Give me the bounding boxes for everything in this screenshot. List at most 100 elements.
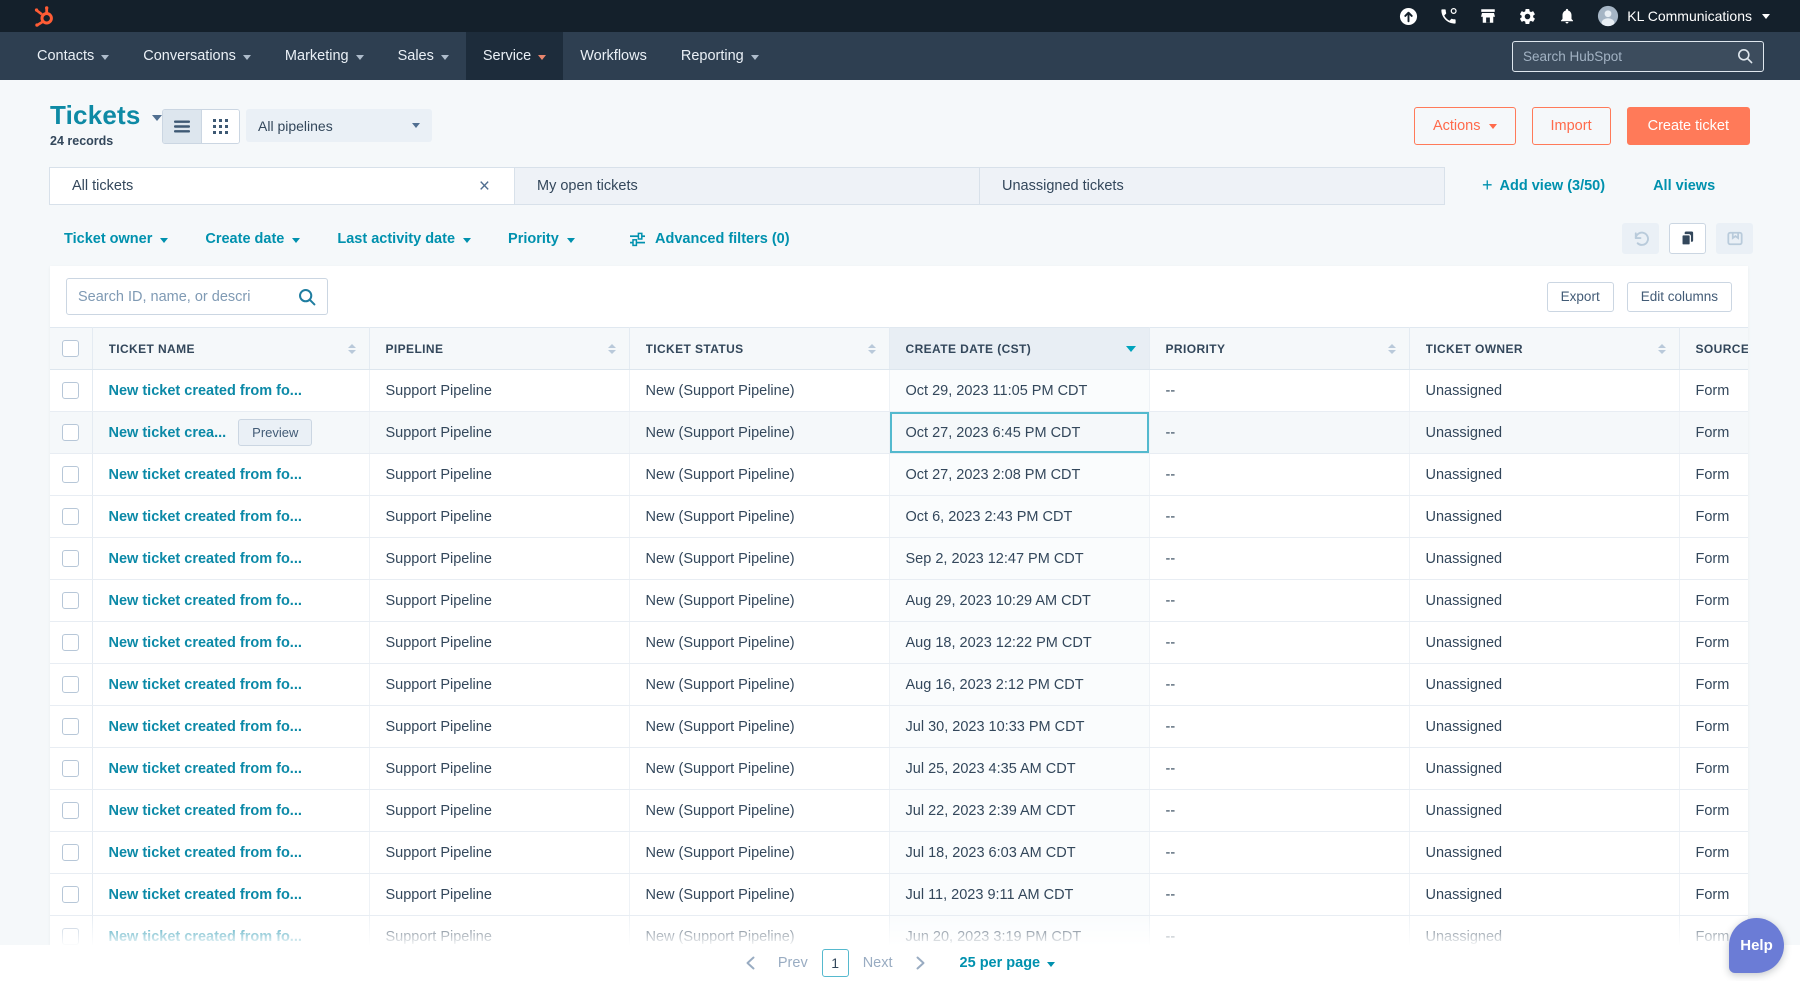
- table-row[interactable]: New ticket created from fo... Support Pi…: [50, 790, 1748, 832]
- ticket-name-link[interactable]: New ticket crea...: [109, 425, 227, 441]
- add-view-link[interactable]: + Add view (3/50): [1482, 177, 1605, 196]
- nav-item[interactable]: Marketing: [268, 32, 381, 80]
- table-row[interactable]: New ticket created from fo... Support Pi…: [50, 832, 1748, 874]
- filter-dropdown[interactable]: Priority: [508, 231, 575, 247]
- import-button[interactable]: Import: [1532, 107, 1611, 145]
- copy-view-button[interactable]: [1669, 223, 1706, 254]
- column-header[interactable]: TICKET STATUS: [629, 328, 889, 370]
- row-checkbox[interactable]: [62, 382, 79, 399]
- column-header[interactable]: PRIORITY: [1149, 328, 1409, 370]
- create-date-cell[interactable]: Oct 6, 2023 2:43 PM CDT: [889, 496, 1149, 538]
- row-checkbox[interactable]: [62, 466, 79, 483]
- table-row[interactable]: New ticket created from fo... Support Pi…: [50, 370, 1748, 412]
- row-checkbox[interactable]: [62, 592, 79, 609]
- ticket-name-link[interactable]: New ticket created from fo...: [109, 761, 302, 777]
- table-row[interactable]: New ticket created from fo... Support Pi…: [50, 454, 1748, 496]
- per-page-select[interactable]: 25 per page: [960, 955, 1056, 971]
- pipeline-filter-select[interactable]: All pipelines: [246, 109, 432, 142]
- hubspot-logo[interactable]: [34, 6, 55, 27]
- sort-icon[interactable]: [1388, 344, 1396, 354]
- table-row[interactable]: New ticket created from fo... Support Pi…: [50, 664, 1748, 706]
- ticket-name-link[interactable]: New ticket created from fo...: [109, 509, 302, 525]
- marketplace-icon[interactable]: [1479, 7, 1497, 25]
- row-checkbox[interactable]: [62, 634, 79, 651]
- row-checkbox[interactable]: [62, 760, 79, 777]
- current-page[interactable]: 1: [822, 949, 849, 977]
- nav-item[interactable]: Sales: [381, 32, 466, 80]
- ticket-name-link[interactable]: New ticket created from fo...: [109, 887, 302, 903]
- table-row[interactable]: New ticket crea... Preview Support Pipel…: [50, 412, 1748, 454]
- row-checkbox[interactable]: [62, 802, 79, 819]
- edit-columns-button[interactable]: Edit columns: [1627, 282, 1732, 312]
- row-checkbox[interactable]: [62, 508, 79, 525]
- table-row[interactable]: New ticket created from fo... Support Pi…: [50, 538, 1748, 580]
- column-header[interactable]: TICKET NAME: [92, 328, 369, 370]
- row-checkbox[interactable]: [62, 424, 79, 441]
- account-menu[interactable]: KL Communications: [1597, 5, 1770, 27]
- prev-page-label[interactable]: Prev: [778, 955, 808, 971]
- table-row[interactable]: New ticket created from fo... Support Pi…: [50, 874, 1748, 916]
- board-view-button[interactable]: [201, 110, 239, 143]
- next-page-label[interactable]: Next: [863, 955, 893, 971]
- object-type-selector[interactable]: Tickets: [50, 100, 162, 131]
- table-search[interactable]: [66, 278, 328, 315]
- close-icon[interactable]: ×: [477, 177, 492, 196]
- table-row[interactable]: New ticket created from fo... Support Pi…: [50, 706, 1748, 748]
- table-row[interactable]: New ticket created from fo... Support Pi…: [50, 916, 1748, 946]
- save-view-button[interactable]: [1716, 223, 1753, 254]
- settings-icon[interactable]: [1518, 7, 1537, 26]
- ticket-name-link[interactable]: New ticket created from fo...: [109, 929, 302, 945]
- row-checkbox[interactable]: [62, 928, 79, 945]
- row-checkbox[interactable]: [62, 676, 79, 693]
- create-date-cell[interactable]: Sep 2, 2023 12:47 PM CDT: [889, 538, 1149, 580]
- ticket-name-link[interactable]: New ticket created from fo...: [109, 467, 302, 483]
- advanced-filters-button[interactable]: Advanced filters (0): [629, 224, 790, 254]
- ticket-name-link[interactable]: New ticket created from fo...: [109, 551, 302, 567]
- sort-icon[interactable]: [1658, 344, 1666, 354]
- nav-item[interactable]: Reporting: [664, 32, 776, 80]
- create-date-cell[interactable]: Oct 29, 2023 11:05 PM CDT: [889, 370, 1149, 412]
- table-row[interactable]: New ticket created from fo... Support Pi…: [50, 580, 1748, 622]
- sort-icon[interactable]: [348, 344, 356, 354]
- row-checkbox[interactable]: [62, 718, 79, 735]
- nav-item[interactable]: Contacts: [20, 32, 126, 80]
- undo-button[interactable]: [1622, 223, 1659, 254]
- create-date-cell[interactable]: Jul 25, 2023 4:35 AM CDT: [889, 748, 1149, 790]
- ticket-name-link[interactable]: New ticket created from fo...: [109, 383, 302, 399]
- ticket-name-link[interactable]: New ticket created from fo...: [109, 803, 302, 819]
- row-checkbox[interactable]: [62, 844, 79, 861]
- view-tab[interactable]: My open tickets: [514, 167, 980, 205]
- ticket-name-link[interactable]: New ticket created from fo...: [109, 845, 302, 861]
- column-header[interactable]: PIPELINE: [369, 328, 629, 370]
- table-search-input[interactable]: [78, 289, 298, 305]
- create-date-cell[interactable]: Jul 30, 2023 10:33 PM CDT: [889, 706, 1149, 748]
- create-date-cell[interactable]: Jul 18, 2023 6:03 AM CDT: [889, 832, 1149, 874]
- filter-dropdown[interactable]: Ticket owner: [64, 231, 168, 247]
- view-tab[interactable]: Unassigned tickets: [979, 167, 1445, 205]
- prev-page-chevron[interactable]: [745, 956, 756, 970]
- ticket-name-link[interactable]: New ticket created from fo...: [109, 719, 302, 735]
- filter-dropdown[interactable]: Last activity date: [337, 231, 471, 247]
- create-date-cell[interactable]: Oct 27, 2023 6:45 PM CDT: [889, 412, 1149, 454]
- global-search-input[interactable]: [1523, 49, 1737, 64]
- ticket-name-link[interactable]: New ticket created from fo...: [109, 677, 302, 693]
- column-header[interactable]: CREATE DATE (CST): [889, 328, 1149, 370]
- create-date-cell[interactable]: Aug 18, 2023 12:22 PM CDT: [889, 622, 1149, 664]
- global-search[interactable]: [1512, 41, 1764, 72]
- export-button[interactable]: Export: [1547, 282, 1614, 312]
- column-header[interactable]: TICKET OWNER: [1409, 328, 1679, 370]
- all-views-link[interactable]: All views: [1653, 178, 1715, 194]
- create-ticket-button[interactable]: Create ticket: [1627, 107, 1750, 145]
- calls-icon[interactable]: [1439, 7, 1458, 26]
- create-date-cell[interactable]: Oct 27, 2023 2:08 PM CDT: [889, 454, 1149, 496]
- filter-dropdown[interactable]: Create date: [205, 231, 300, 247]
- table-row[interactable]: New ticket created from fo... Support Pi…: [50, 496, 1748, 538]
- notifications-icon[interactable]: [1558, 7, 1576, 25]
- preview-button[interactable]: Preview: [238, 419, 312, 446]
- nav-item[interactable]: Workflows: [563, 32, 664, 80]
- row-checkbox[interactable]: [62, 886, 79, 903]
- actions-button[interactable]: Actions: [1414, 107, 1516, 145]
- row-checkbox[interactable]: [62, 550, 79, 567]
- upgrade-icon[interactable]: [1399, 7, 1418, 26]
- create-date-cell[interactable]: Jul 22, 2023 2:39 AM CDT: [889, 790, 1149, 832]
